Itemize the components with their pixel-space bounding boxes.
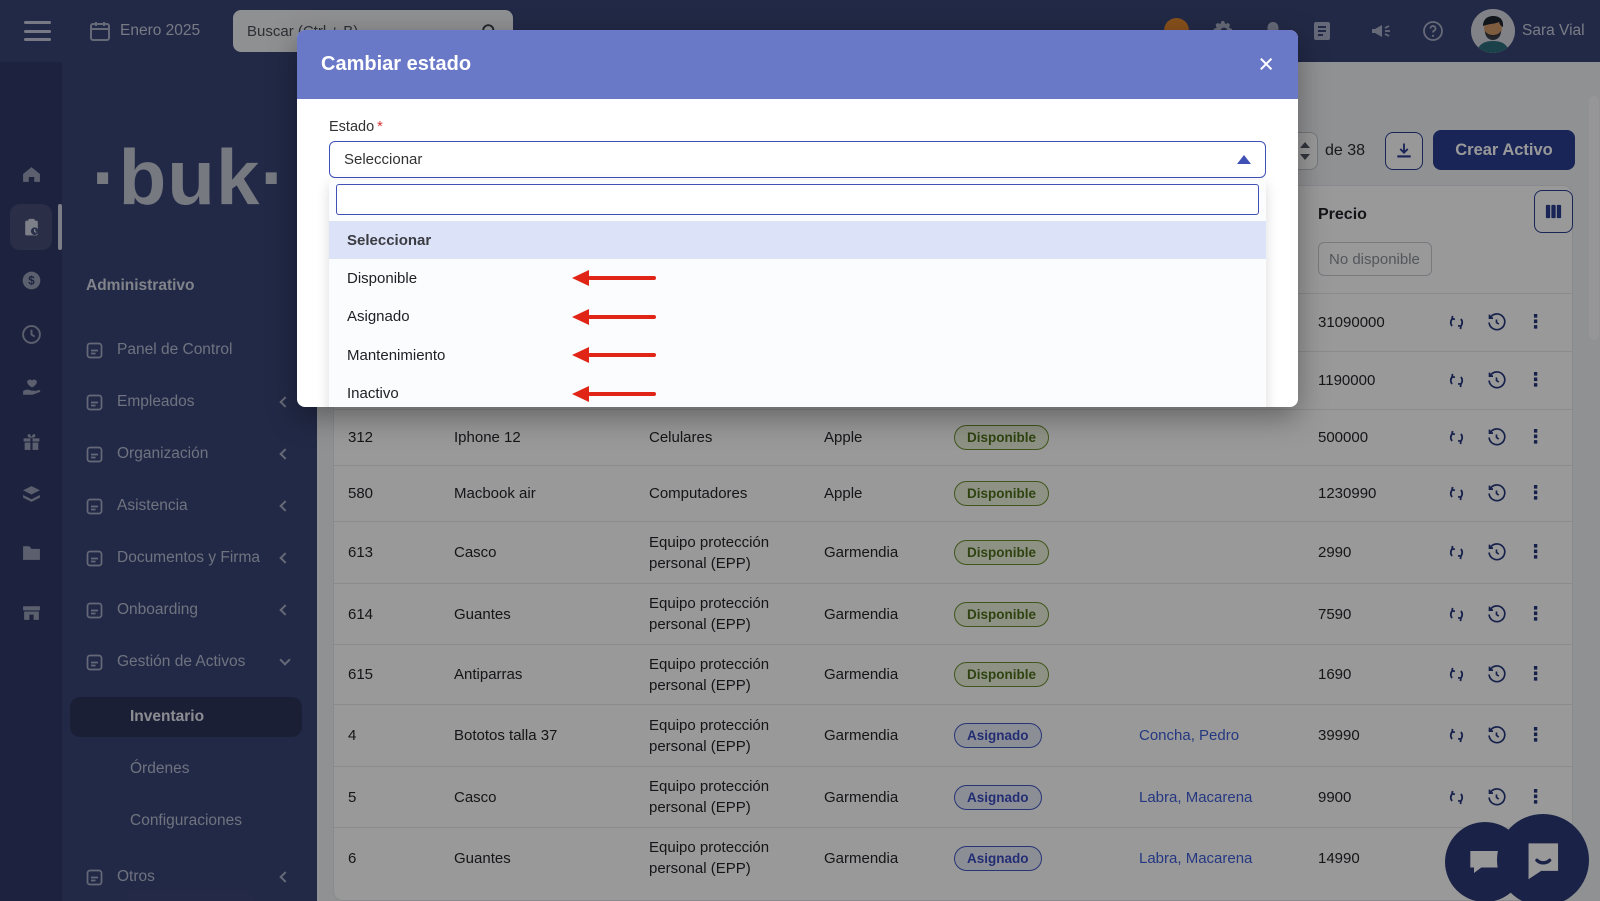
- annotation-arrow-icon: [572, 309, 656, 325]
- dropdown-option-asignado[interactable]: Asignado: [329, 298, 1266, 337]
- chevron-up-icon: [1237, 155, 1251, 164]
- modal-header: Cambiar estado ×: [297, 30, 1298, 99]
- dropdown-option-inactivo[interactable]: Inactivo: [329, 375, 1266, 408]
- estado-select-value: Seleccionar: [344, 151, 1237, 168]
- close-icon[interactable]: ×: [1258, 51, 1274, 78]
- dropdown-option-mantenimiento[interactable]: Mantenimiento: [329, 336, 1266, 375]
- required-asterisk: *: [377, 119, 383, 135]
- app-window: Enero 2025 Buscar (Ctrl + B) Sara Vial: [0, 0, 1600, 901]
- dropdown-group-option-seleccionar[interactable]: Seleccionar: [329, 221, 1266, 259]
- dropdown-options: Disponible Asignado Mantenimiento Inacti…: [329, 259, 1266, 407]
- dropdown-option-label: Inactivo: [347, 385, 399, 402]
- dropdown-option-disponible[interactable]: Disponible: [329, 259, 1266, 298]
- dropdown-option-label: Asignado: [347, 308, 410, 325]
- annotation-arrow-icon: [572, 270, 656, 286]
- dropdown-search-input[interactable]: [336, 184, 1259, 215]
- modal-title: Cambiar estado: [321, 53, 1258, 76]
- change-status-modal: Cambiar estado × Estado* Seleccionar Sel…: [297, 30, 1298, 407]
- estado-select[interactable]: Seleccionar: [329, 141, 1266, 178]
- annotation-arrow-icon: [572, 347, 656, 363]
- dropdown-option-label: Mantenimiento: [347, 347, 445, 364]
- annotation-arrow-icon: [572, 386, 656, 402]
- estado-field-label: Estado*: [329, 119, 383, 135]
- dropdown-option-label: Disponible: [347, 270, 417, 287]
- estado-dropdown-panel: Seleccionar Disponible Asignado Mantenim…: [329, 180, 1266, 407]
